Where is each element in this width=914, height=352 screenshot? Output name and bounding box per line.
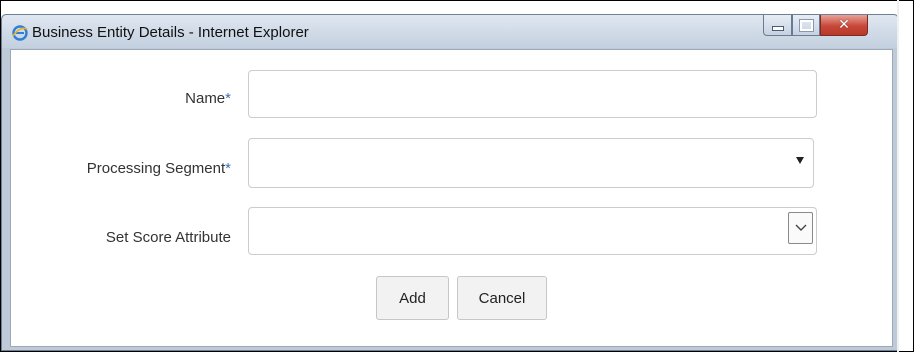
score-attribute-label: Set Score Attribute — [31, 229, 231, 246]
name-label-text: Name — [185, 90, 226, 107]
maximize-icon — [798, 18, 814, 32]
dropdown-button[interactable] — [788, 212, 813, 244]
internet-explorer-icon — [12, 25, 28, 41]
browser-window: Business Entity Details - Internet Explo… — [1, 14, 899, 351]
window-title: Business Entity Details - Internet Explo… — [32, 24, 309, 41]
close-icon: ✕ — [838, 17, 850, 33]
name-field[interactable] — [248, 70, 817, 118]
processing-segment-label-text: Processing Segment — [86, 160, 226, 177]
name-label: Name* — [131, 90, 231, 107]
chevron-down-icon — [795, 224, 806, 231]
required-marker: * — [225, 90, 231, 107]
score-attribute-label-text: Set Score Attribute — [105, 229, 231, 246]
close-button[interactable]: ✕ — [820, 15, 868, 36]
processing-segment-label: Processing Segment* — [31, 160, 231, 177]
minimize-button[interactable] — [763, 15, 792, 36]
score-attribute-select[interactable] — [248, 207, 817, 255]
processing-segment-select[interactable] — [248, 138, 814, 188]
window-right-edge — [897, 0, 899, 352]
add-button[interactable]: Add — [376, 276, 449, 320]
maximize-button[interactable] — [792, 15, 820, 36]
dropdown-arrow-icon — [796, 157, 804, 164]
window-controls: ✕ — [763, 15, 868, 37]
required-marker: * — [225, 160, 231, 177]
window-titlebar[interactable]: Business Entity Details - Internet Explo… — [2, 15, 898, 48]
minimize-icon — [771, 25, 784, 31]
cancel-button[interactable]: Cancel — [457, 276, 547, 320]
dialog-content: Name* Processing Segment* Set Score Attr… — [10, 49, 893, 347]
